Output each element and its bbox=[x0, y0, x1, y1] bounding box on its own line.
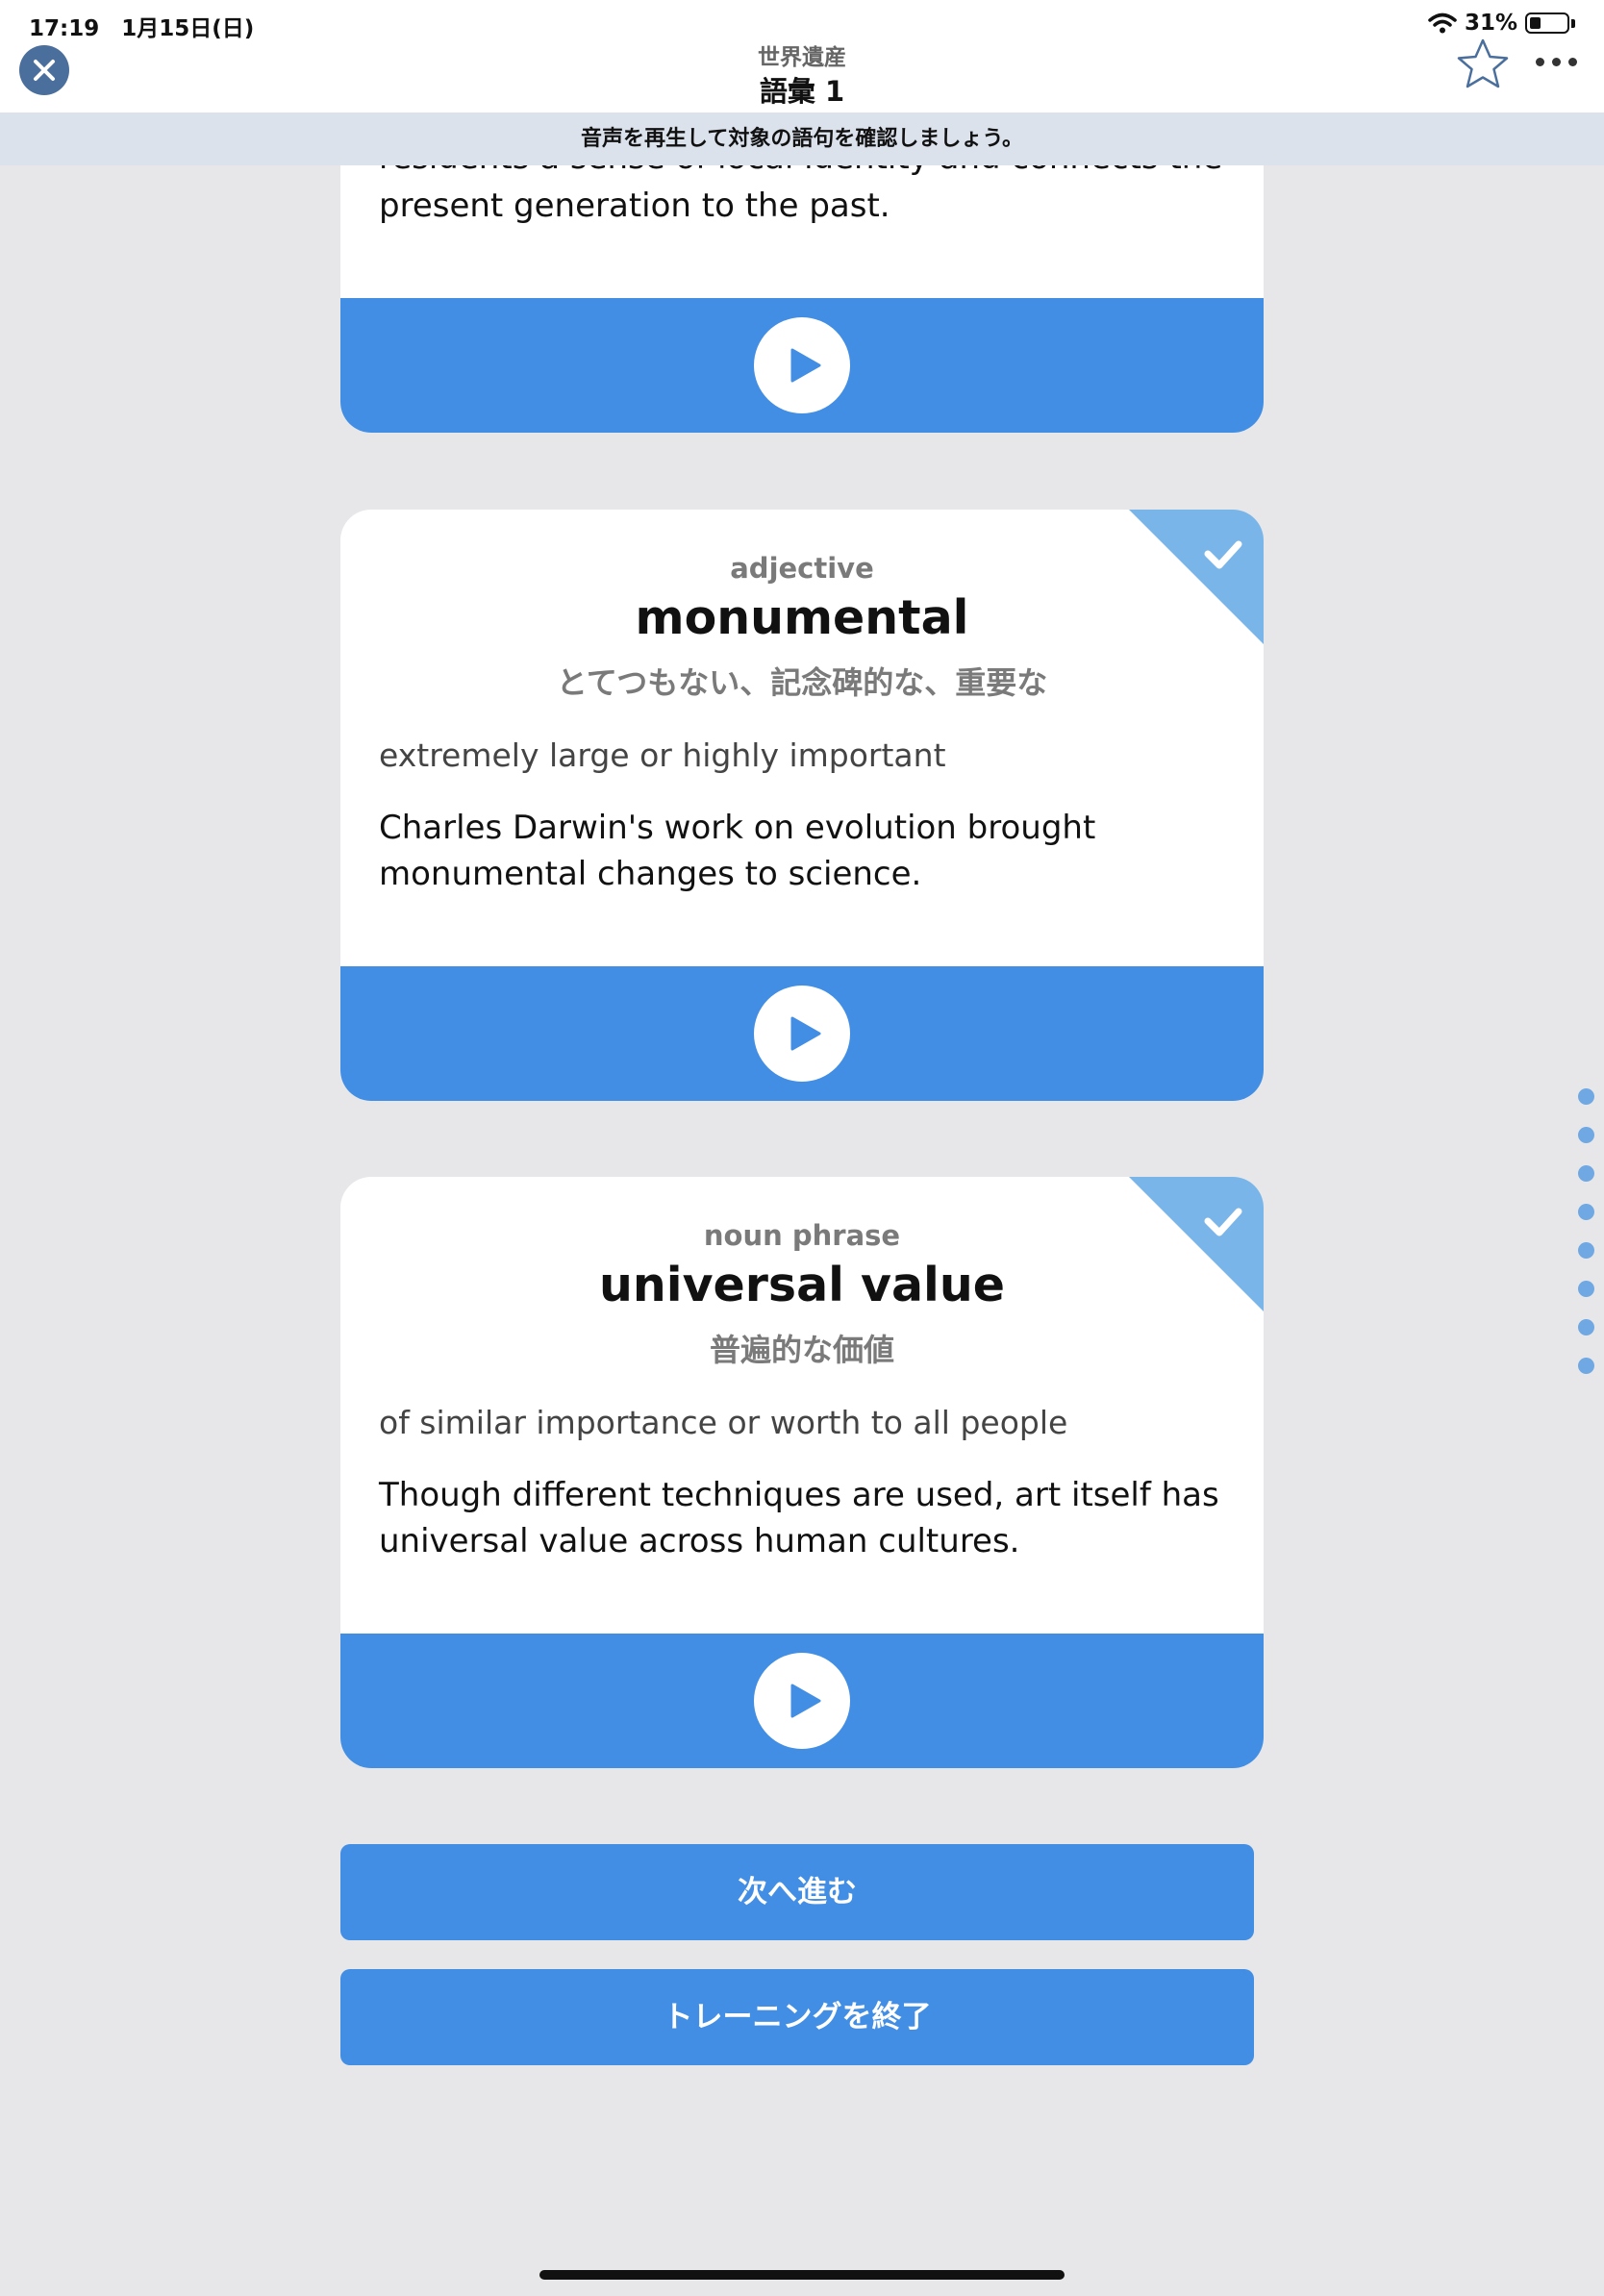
battery-tip bbox=[1571, 18, 1575, 28]
page-title: 語彙 1 bbox=[759, 75, 845, 108]
page-indicator[interactable] bbox=[1578, 1088, 1594, 1374]
example-line: monumental changes to science. bbox=[379, 855, 922, 893]
japanese-meaning: 普遍的な価値 bbox=[709, 1332, 894, 1368]
nav-subtitle: 世界遺産 bbox=[758, 45, 846, 70]
audio-play-bar[interactable] bbox=[340, 1634, 1264, 1768]
english-definition: of similar importance or worth to all pe… bbox=[379, 1404, 1068, 1441]
page-dot[interactable] bbox=[1578, 1281, 1594, 1297]
play-button[interactable] bbox=[754, 1653, 850, 1749]
page-dot[interactable] bbox=[1578, 1319, 1594, 1335]
battery-percent: 31% bbox=[1464, 11, 1517, 36]
play-icon bbox=[790, 348, 821, 383]
status-time: 17:19 1月15日(日) bbox=[29, 16, 255, 41]
vocab-card-universal-value: noun phrase universal value 普遍的な価値 of si… bbox=[340, 1177, 1264, 1768]
star-icon[interactable] bbox=[1455, 37, 1511, 92]
wifi-icon bbox=[1428, 12, 1457, 34]
example-line: Charles Darwin's work on evolution broug… bbox=[379, 809, 1096, 847]
page-dot[interactable] bbox=[1578, 1242, 1594, 1259]
page-dot[interactable] bbox=[1578, 1165, 1594, 1182]
vocab-word: universal value bbox=[599, 1258, 1005, 1312]
status-indicators: 31% bbox=[1428, 10, 1575, 37]
instruction-banner: 音声を再生して対象の語句を確認しましょう。 bbox=[0, 112, 1604, 165]
page-dot[interactable] bbox=[1578, 1204, 1594, 1220]
battery-icon bbox=[1525, 12, 1569, 34]
play-button[interactable] bbox=[754, 317, 850, 413]
play-icon bbox=[790, 1016, 821, 1051]
example-line: universal value across human cultures. bbox=[379, 1522, 1020, 1560]
part-of-speech: adjective bbox=[730, 552, 874, 585]
example-line: Though different techniques are used, ar… bbox=[379, 1476, 1219, 1514]
page-dot[interactable] bbox=[1578, 1127, 1594, 1143]
vocab-word: monumental bbox=[635, 590, 969, 645]
part-of-speech: noun phrase bbox=[703, 1219, 901, 1252]
next-button[interactable]: 次へ進む bbox=[340, 1844, 1254, 1940]
more-icon[interactable] bbox=[1536, 58, 1577, 66]
page-dot[interactable] bbox=[1578, 1358, 1594, 1374]
japanese-meaning: とてつもない、記念碑的な、重要な bbox=[556, 664, 1048, 701]
card-example: present generation to the past. bbox=[379, 187, 890, 225]
finish-training-button[interactable]: トレーニングを終了 bbox=[340, 1969, 1254, 2065]
play-icon bbox=[790, 1684, 821, 1718]
home-indicator bbox=[539, 2270, 1065, 2280]
top-bar: 17:19 1月15日(日) 31% 世界遺産 語彙 1 bbox=[0, 0, 1604, 112]
english-definition: extremely large or highly important bbox=[379, 736, 946, 774]
audio-play-bar[interactable] bbox=[340, 298, 1264, 433]
audio-play-bar[interactable] bbox=[340, 966, 1264, 1101]
page-dot[interactable] bbox=[1578, 1088, 1594, 1105]
play-button[interactable] bbox=[754, 986, 850, 1082]
vocab-card-monumental: adjective monumental とてつもない、記念碑的な、重要な ex… bbox=[340, 510, 1264, 1101]
